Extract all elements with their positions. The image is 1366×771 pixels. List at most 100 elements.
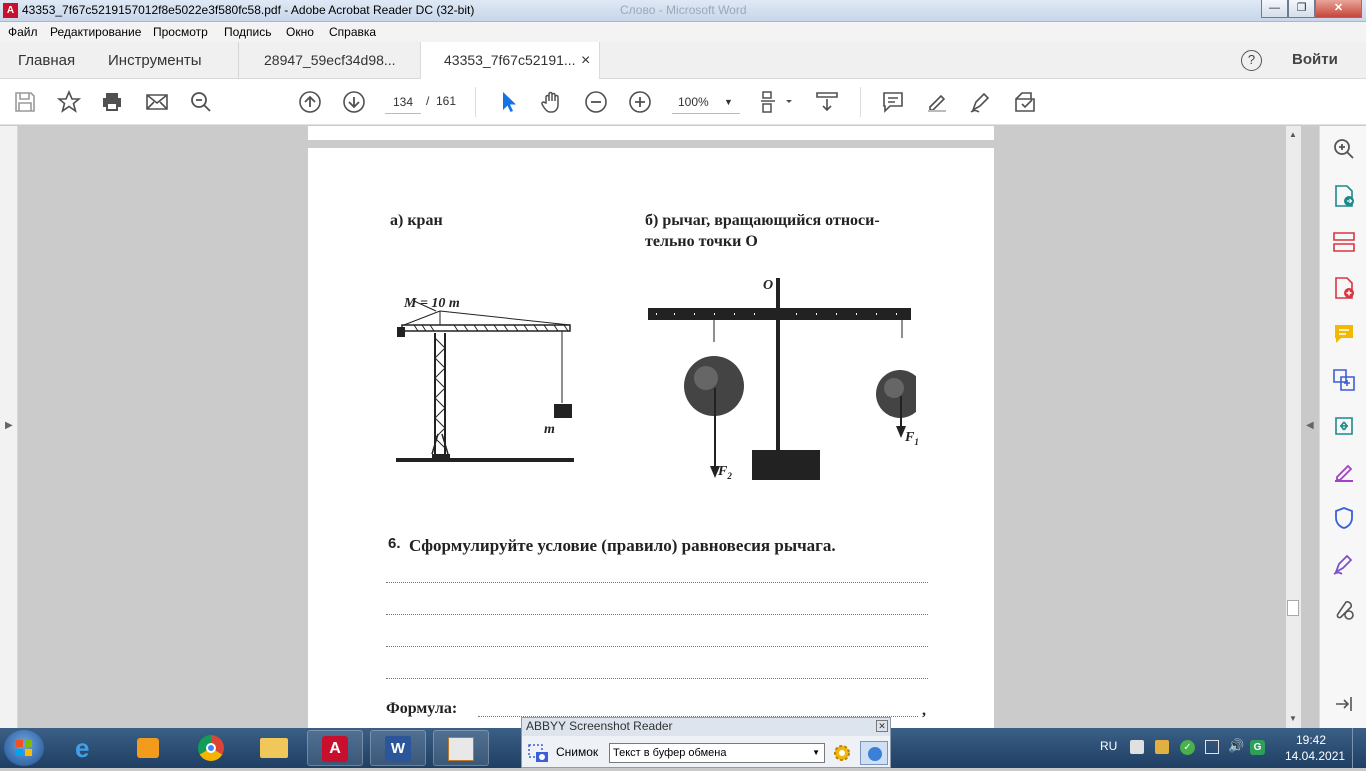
collapse-panel-icon[interactable] — [1332, 692, 1356, 716]
organize-pages-icon[interactable] — [1332, 230, 1356, 254]
tray-warning-icon[interactable] — [1155, 740, 1169, 754]
window-title: 43353_7f67c5219157012f8e5022e3f580fc58.p… — [22, 3, 475, 17]
comment-icon[interactable] — [881, 90, 905, 114]
abbyy-close-icon[interactable]: ✕ — [876, 720, 888, 732]
label-lever-line1: б) рычаг, вращающийся относи- — [645, 212, 880, 229]
tab-document-2[interactable]: 43353_7f67c52191... × — [420, 42, 600, 80]
zoom-in-icon[interactable] — [628, 90, 652, 114]
tray-check-icon[interactable]: ✓ — [1180, 740, 1195, 755]
expand-left-panel-icon[interactable]: ▶ — [5, 420, 13, 431]
taskbar-media-player[interactable] — [121, 730, 177, 766]
close-tab-icon[interactable]: × — [581, 42, 590, 79]
previous-page-bottom — [308, 126, 994, 140]
next-page-icon[interactable] — [342, 90, 366, 114]
tray-keyboard-icon[interactable] — [1130, 740, 1144, 754]
force-1-symbol: F — [905, 430, 915, 445]
fill-sign-icon[interactable] — [1013, 90, 1037, 114]
scroll-mode-icon[interactable] — [815, 90, 839, 114]
pivot-point-label: O — [763, 278, 774, 293]
tab-document-1[interactable]: 28947_59ecf34d98... — [264, 42, 396, 79]
scrollbar-thumb[interactable] — [1287, 600, 1299, 616]
tab-tools[interactable]: Инструменты — [108, 42, 202, 79]
help-circle-icon — [868, 747, 882, 761]
tray-volume-icon[interactable]: 🔊 — [1228, 738, 1244, 754]
zoom-search-icon[interactable] — [189, 90, 213, 114]
show-desktop-button[interactable] — [1352, 728, 1366, 768]
search-zoom-icon[interactable] — [1332, 137, 1356, 161]
help-button[interactable] — [860, 741, 888, 765]
taskbar-acrobat[interactable]: A — [307, 730, 363, 766]
taskbar-ie[interactable]: e — [61, 730, 117, 766]
maximize-button[interactable]: ❐ — [1288, 0, 1315, 18]
select-cursor-icon[interactable] — [496, 90, 520, 114]
compress-pdf-icon[interactable] — [1332, 414, 1356, 438]
tab-divider — [238, 42, 239, 79]
settings-gear-icon[interactable] — [832, 743, 852, 763]
fill-and-sign-icon[interactable] — [1332, 460, 1356, 484]
create-pdf-icon[interactable] — [1332, 276, 1356, 300]
close-window-button[interactable]: ✕ — [1315, 0, 1362, 18]
page-separator: / — [426, 94, 430, 108]
taskbar-explorer[interactable] — [246, 730, 302, 766]
collapse-right-panel-icon[interactable]: ◀ — [1306, 420, 1314, 431]
crane-mass-label: M = 10 т — [404, 296, 460, 311]
main-toolbar: 134 / 161 100% ▼ — [0, 79, 1366, 125]
protect-shield-icon[interactable] — [1332, 506, 1356, 530]
tab-document-2-label: 43353_7f67c52191... — [444, 52, 576, 68]
acrobat-app-icon: A — [3, 3, 18, 18]
email-icon[interactable] — [145, 90, 169, 114]
menu-edit[interactable]: Редактирование — [50, 25, 141, 39]
page-display-icon[interactable] — [760, 90, 796, 114]
lever-illustration — [648, 278, 916, 480]
start-button[interactable] — [4, 730, 44, 766]
abbyy-screenshot-reader: ABBYY Screenshot Reader ✕ Снимок Текст в… — [521, 717, 891, 768]
page-number-input[interactable]: 134 — [385, 90, 421, 114]
print-icon[interactable] — [100, 90, 124, 114]
menu-window[interactable]: Окно — [286, 25, 314, 39]
menu-file[interactable]: Файл — [8, 25, 38, 39]
document-viewport[interactable]: а) кран б) рычаг, вращающийся относи- те… — [18, 126, 1286, 728]
scroll-up-icon[interactable]: ▲ — [1289, 130, 1297, 139]
taskbar-word[interactable]: W — [370, 730, 426, 766]
taskbar-presentation[interactable] — [433, 730, 489, 766]
left-panel-collapsed: ▶ — [0, 126, 18, 728]
zoom-out-icon[interactable] — [584, 90, 608, 114]
folder-icon — [260, 738, 288, 758]
sign-in-button[interactable]: Войти — [1292, 51, 1338, 68]
menu-view[interactable]: Просмотр — [153, 25, 208, 39]
hand-tool-icon[interactable] — [540, 90, 564, 114]
combine-files-icon[interactable] — [1332, 368, 1356, 392]
toolbar-divider — [860, 87, 861, 117]
menu-help[interactable]: Справка — [329, 25, 376, 39]
draw-icon[interactable] — [969, 90, 993, 114]
tray-app-icon[interactable]: G — [1250, 740, 1265, 755]
force-2-subscript: 2 — [727, 470, 732, 481]
language-indicator[interactable]: RU — [1100, 739, 1117, 753]
help-icon[interactable]: ? — [1241, 50, 1262, 71]
output-mode-select[interactable]: Текст в буфер обмена ▼ — [609, 743, 825, 763]
taskbar-chrome[interactable] — [183, 730, 239, 766]
snapshot-camera-icon[interactable] — [528, 742, 550, 764]
comment-tool-icon[interactable] — [1332, 322, 1356, 346]
clock-date[interactable]: 14.04.2021 — [1285, 749, 1345, 763]
highlight-pen-icon[interactable] — [925, 90, 949, 114]
clock-time[interactable]: 19:42 — [1296, 733, 1326, 747]
minimize-button[interactable]: — — [1261, 0, 1288, 18]
request-signature-icon[interactable] — [1332, 552, 1356, 576]
tray-network-icon[interactable] — [1205, 740, 1219, 754]
previous-page-icon[interactable] — [298, 90, 322, 114]
zoom-level-select[interactable]: 100% ▼ — [672, 90, 740, 114]
export-pdf-icon[interactable] — [1332, 184, 1356, 208]
save-icon[interactable] — [13, 90, 37, 114]
menu-sign[interactable]: Подпись — [224, 25, 272, 39]
tab-home[interactable]: Главная — [18, 42, 75, 79]
scroll-down-icon[interactable]: ▼ — [1289, 714, 1297, 723]
snapshot-label: Снимок — [556, 745, 599, 759]
abbyy-title: ABBYY Screenshot Reader — [526, 719, 673, 733]
presentation-icon — [448, 737, 474, 761]
bookmark-star-icon[interactable] — [57, 90, 81, 114]
more-tools-icon[interactable] — [1332, 598, 1356, 622]
force-2-label: F2 — [718, 464, 732, 481]
vertical-scrollbar[interactable]: ▲ ▼ — [1286, 126, 1301, 728]
chevron-down-icon: ▼ — [812, 748, 820, 757]
